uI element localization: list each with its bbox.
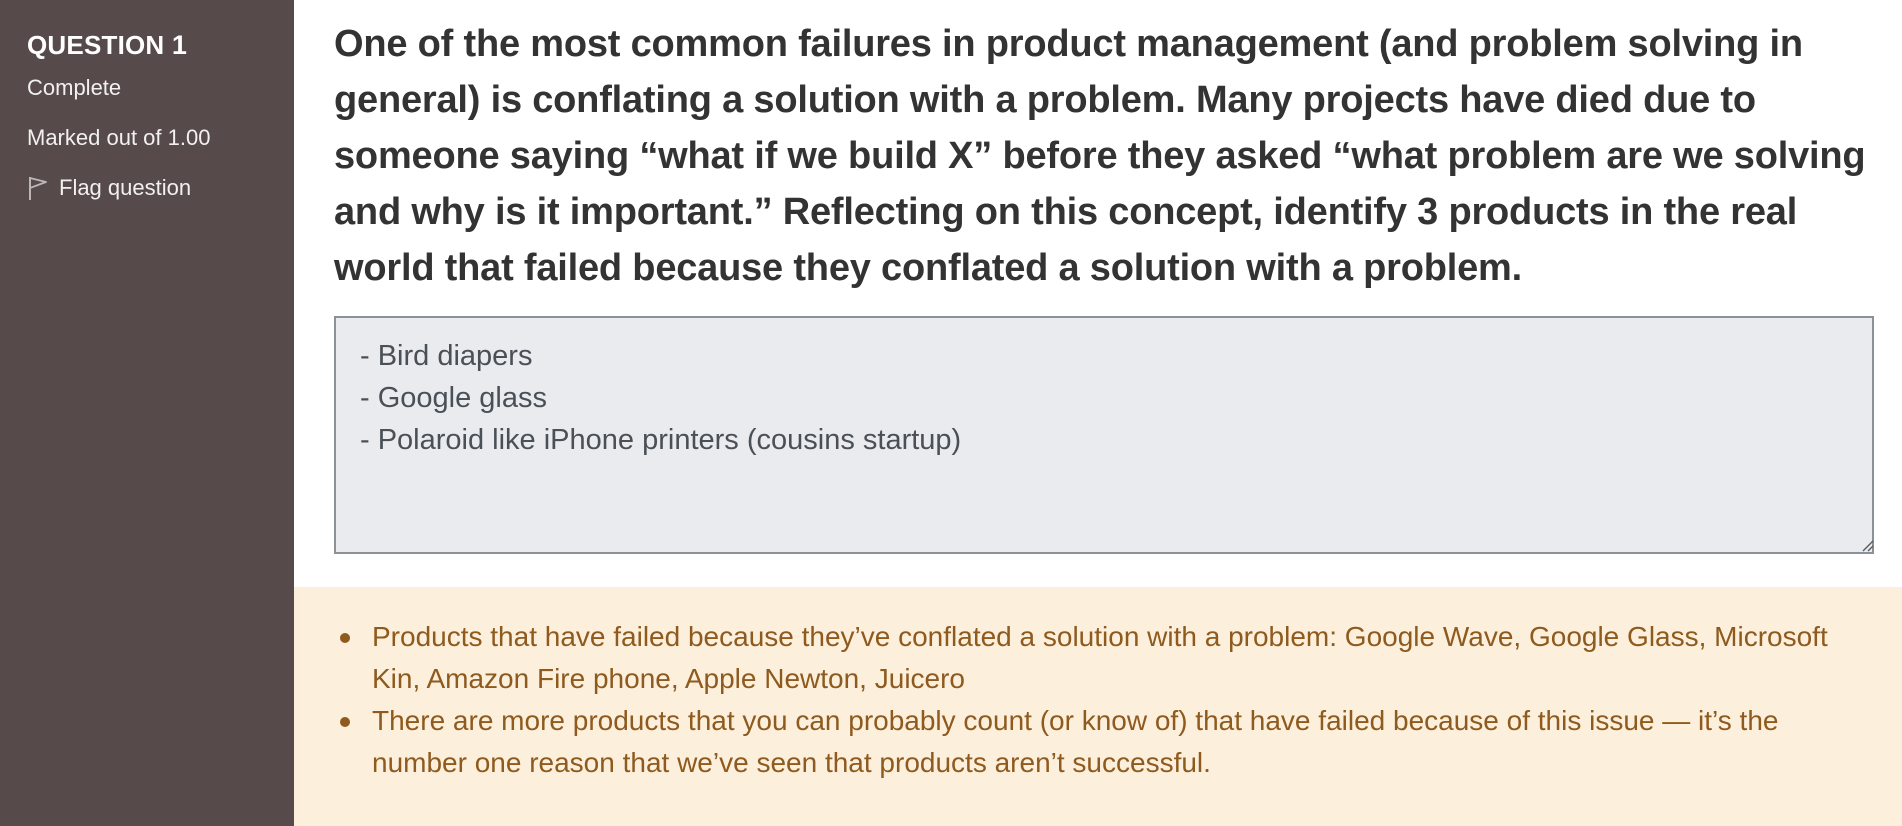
question-content: One of the most common failures in produ… [294, 0, 1902, 826]
question-label: QUESTION [27, 30, 165, 60]
question-marks: Marked out of 1.00 [27, 125, 211, 150]
question-text: One of the most common failures in produ… [334, 23, 1866, 289]
feedback-list: Products that have failed because they’v… [334, 616, 1862, 784]
answer-textarea[interactable]: - Bird diapers - Google glass - Polaroid… [334, 316, 1874, 554]
question-info-panel: QUESTION 1 Complete Marked out of 1.00 F… [0, 0, 294, 826]
question-heading: QUESTION 1 [27, 26, 294, 64]
feedback-item: There are more products that you can pro… [334, 700, 1862, 784]
question-status: Complete [27, 75, 122, 100]
flag-outline-icon [29, 177, 47, 200]
resize-grip-icon[interactable] [1858, 536, 1874, 552]
flag-question-button[interactable]: Flag question [27, 174, 294, 202]
general-feedback: Products that have failed because they’v… [294, 587, 1902, 826]
question-number: 1 [171, 30, 188, 60]
feedback-item: Products that have failed because they’v… [334, 616, 1862, 700]
flag-question-label: Flag question [59, 175, 192, 200]
